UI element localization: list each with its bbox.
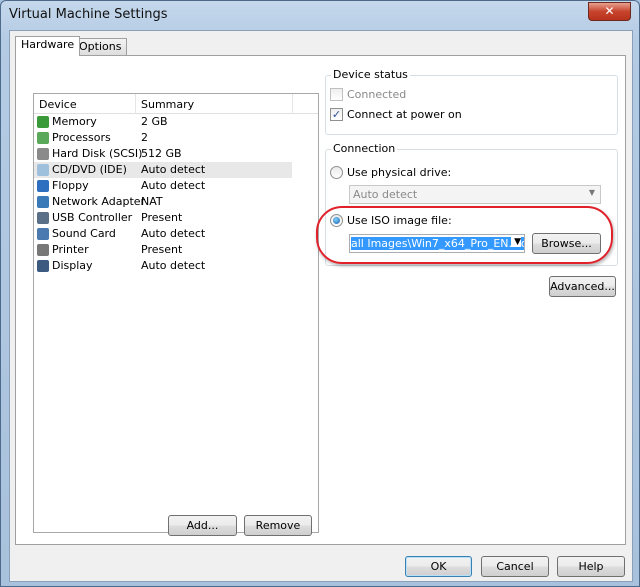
- sound-card-icon: [37, 228, 49, 240]
- device-row[interactable]: Processors 2: [34, 130, 292, 146]
- device-name: Memory: [52, 115, 97, 128]
- device-summary: 512 GB: [141, 147, 182, 160]
- tab-options[interactable]: Options: [73, 38, 128, 56]
- device-name: Display: [52, 259, 93, 272]
- connect-power-on-label: Connect at power on: [347, 108, 462, 121]
- chevron-down-icon: ▼: [588, 188, 595, 197]
- device-row[interactable]: Floppy Auto detect: [34, 178, 292, 194]
- connect-power-on-checkbox[interactable]: ✓: [330, 108, 343, 121]
- device-row[interactable]: USB Controller Present: [34, 210, 292, 226]
- physical-drive-value: Auto detect: [353, 188, 418, 201]
- device-status-group: Device status Connected ✓ Connect at pow…: [325, 68, 618, 135]
- remove-button[interactable]: Remove: [244, 515, 312, 536]
- dialog-body: Hardware Options Device Summary Memory 2 …: [9, 30, 633, 582]
- device-summary: 2: [141, 131, 148, 144]
- device-name: Sound Card: [52, 227, 116, 240]
- device-row[interactable]: Printer Present: [34, 242, 292, 258]
- printer-icon: [37, 244, 49, 256]
- device-status-label: Device status: [331, 68, 410, 81]
- device-summary: Present: [141, 211, 183, 224]
- device-name: Printer: [52, 243, 89, 256]
- device-name: Network Adapter: [52, 195, 146, 208]
- device-row[interactable]: Hard Disk (SCSI) 512 GB: [34, 146, 292, 162]
- physical-drive-radio[interactable]: [330, 166, 343, 179]
- hardware-panel: Device Summary Memory 2 GB Processors 2 Hard…: [15, 55, 626, 545]
- floppy-icon: [37, 180, 49, 192]
- device-name: CD/DVD (IDE): [52, 163, 127, 176]
- list-header: Device Summary: [34, 94, 318, 114]
- device-summary: Auto detect: [141, 179, 206, 192]
- connected-label: Connected: [347, 88, 407, 101]
- device-name: Hard Disk (SCSI): [52, 147, 143, 160]
- close-button[interactable]: ✕: [588, 2, 631, 21]
- device-name: USB Controller: [52, 211, 133, 224]
- device-row[interactable]: Display Auto detect: [34, 258, 292, 274]
- device-summary: 2 GB: [141, 115, 168, 128]
- device-summary: Auto detect: [141, 259, 206, 272]
- memory-icon: [37, 116, 49, 128]
- hard-disk-icon: [37, 148, 49, 160]
- device-row[interactable]: Network Adapter NAT: [34, 194, 292, 210]
- ok-button[interactable]: OK: [405, 556, 472, 577]
- cancel-button[interactable]: Cancel: [481, 556, 549, 577]
- physical-drive-select[interactable]: Auto detect ▼: [349, 185, 601, 204]
- device-name: Floppy: [52, 179, 89, 192]
- device-row[interactable]: Memory 2 GB: [34, 114, 292, 130]
- network-adapter-icon: [37, 196, 49, 208]
- add-button[interactable]: Add...: [168, 515, 237, 536]
- highlight-annotation: [316, 206, 613, 264]
- tab-hardware[interactable]: Hardware: [15, 36, 81, 56]
- device-summary: NAT: [141, 195, 163, 208]
- usb-icon: [37, 212, 49, 224]
- device-summary: Auto detect: [141, 227, 206, 240]
- connected-checkbox[interactable]: [330, 88, 343, 101]
- device-row[interactable]: CD/DVD (IDE) Auto detect: [34, 162, 292, 178]
- device-row[interactable]: Sound Card Auto detect: [34, 226, 292, 242]
- window-title: Virtual Machine Settings: [9, 7, 168, 22]
- device-summary: Auto detect: [141, 163, 206, 176]
- column-summary[interactable]: Summary: [141, 98, 194, 111]
- cd-dvd-icon: [37, 164, 49, 176]
- device-name: Processors: [52, 131, 111, 144]
- connection-label: Connection: [331, 142, 398, 155]
- advanced-button[interactable]: Advanced...: [549, 276, 616, 297]
- device-summary: Present: [141, 243, 183, 256]
- help-button[interactable]: Help: [557, 556, 625, 577]
- dialog-window: Virtual Machine Settings ✕ Hardware Opti…: [0, 0, 640, 587]
- processor-icon: [37, 132, 49, 144]
- physical-drive-label: Use physical drive:: [347, 166, 452, 179]
- display-icon: [37, 260, 49, 272]
- device-list[interactable]: Device Summary Memory 2 GB Processors 2 Hard…: [33, 93, 319, 533]
- column-device[interactable]: Device: [39, 98, 77, 111]
